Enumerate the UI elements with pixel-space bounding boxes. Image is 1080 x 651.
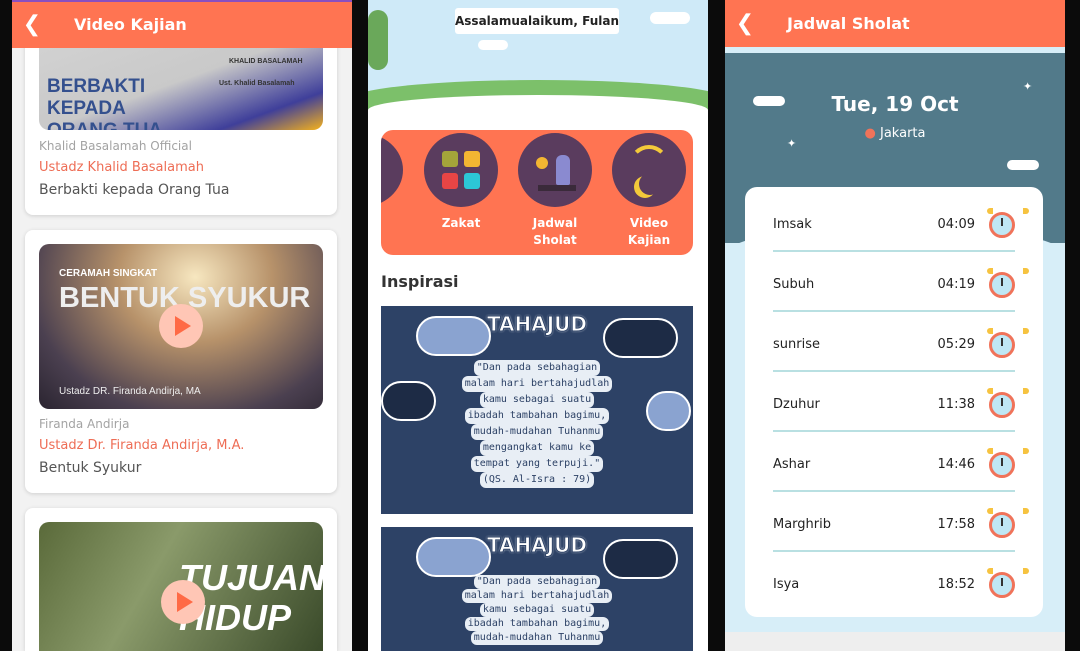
prayer-time: 17:58	[937, 517, 975, 532]
menu-item-zakat[interactable]: Zakat	[423, 133, 499, 232]
alarm-clock-icon[interactable]	[987, 268, 1029, 298]
back-arrow-icon[interactable]: ❮	[725, 11, 765, 36]
prayer-name: Dzuhur	[773, 397, 820, 412]
feature-menu: Zakat Jadwal Sholat Video Kajian	[381, 130, 693, 255]
channel-name: Khalid Basalamah Official	[39, 139, 192, 153]
app-bar: ❮ Jadwal Sholat	[725, 0, 1065, 47]
quote-line: kamu sebagai suatu	[479, 392, 595, 408]
prayer-time-row: Subuh 04:19	[773, 252, 1029, 312]
location-pin-icon: ●	[864, 126, 876, 141]
prayer-time-row: Isya 18:52	[773, 552, 1029, 612]
prayer-icon	[518, 133, 592, 207]
inspirasi-card[interactable]: TAHAJUD "Dan pada sebahagian malam hari b…	[381, 527, 693, 651]
home-screen: Assalamualaikum, Fulan Zakat Jadwal Shol…	[368, 0, 708, 651]
video-title[interactable]: Bentuk Syukur	[39, 460, 141, 476]
app-bar: ❮ Video Kajian	[12, 0, 352, 48]
video-thumbnail[interactable]: TUJUAN HIDUP	[39, 522, 323, 651]
quote-line: "Dan pada sebahagian	[473, 360, 601, 376]
prayer-time-row: Marghrib 17:58	[773, 492, 1029, 552]
jadwal-sholat-screen: ❮ Jadwal Sholat ✦ ✦ Tue, 19 Oct ● Jakart…	[725, 0, 1065, 651]
prayer-name: Ashar	[773, 457, 811, 472]
prayer-name: Subuh	[773, 277, 815, 292]
alarm-clock-icon[interactable]	[987, 568, 1029, 598]
play-icon[interactable]	[161, 580, 205, 624]
page-title: Video Kajian	[74, 14, 187, 34]
quote-line: mengangkat kamu ke	[479, 440, 595, 456]
ustadz-name[interactable]: Ustadz Khalid Basalamah	[39, 160, 204, 175]
broadcast-moon-icon	[612, 133, 686, 207]
video-card[interactable]: TUJUAN HIDUP	[25, 508, 337, 651]
channel-name: Firanda Andirja	[39, 417, 130, 431]
alarm-clock-icon[interactable]	[987, 448, 1029, 478]
prayer-times-card: Imsak 04:09 Subuh 04:19 sunrise 05:29 Dzuhur 11…	[745, 187, 1043, 617]
prayer-time: 18:52	[937, 577, 975, 592]
alarm-clock-icon[interactable]	[987, 388, 1029, 418]
quote-text: "Dan pada sebahagian malam hari bertahaju…	[451, 360, 623, 488]
calculator-icon	[424, 133, 498, 207]
prayer-time-row: sunrise 05:29	[773, 312, 1029, 372]
menu-item-jadwal-sholat[interactable]: Jadwal Sholat	[517, 133, 593, 249]
video-thumbnail[interactable]: CERAMAH SINGKAT BENTUK SYUKUR Ustadz DR.…	[39, 244, 323, 409]
quote-text: "Dan pada sebahagian malam hari bertahaju…	[451, 575, 623, 645]
prayer-time-row: Dzuhur 11:38	[773, 372, 1029, 432]
quote-line: ibadah tambahan bagimu,	[464, 617, 610, 631]
prayer-time: 05:29	[937, 337, 975, 352]
video-kajian-screen: ❮ Video Kajian BERBAKTI KEPADA ORANG TUA…	[12, 0, 352, 651]
back-arrow-icon[interactable]: ❮	[12, 12, 52, 37]
prayer-time: 04:09	[937, 217, 975, 232]
quote-line: tempat yang terpuji."	[470, 456, 604, 472]
prayer-time: 11:38	[937, 397, 975, 412]
prayer-name: Marghrib	[773, 517, 831, 532]
quote-line: "Dan pada sebahagian	[473, 575, 601, 589]
ustadz-name[interactable]: Ustadz Dr. Firanda Andirja, M.A.	[39, 438, 244, 453]
quote-line: kamu sebagai suatu	[479, 603, 595, 617]
video-title[interactable]: Berbakti kepada Orang Tua	[39, 182, 229, 198]
quote-line: malam hari bertahajudlah	[461, 589, 613, 603]
location[interactable]: ● Jakarta	[725, 126, 1065, 141]
prayer-name: Isya	[773, 577, 800, 592]
date: Tue, 19 Oct	[831, 92, 959, 116]
alarm-clock-icon[interactable]	[987, 208, 1029, 238]
prayer-time: 14:46	[937, 457, 975, 472]
prayer-time: 04:19	[937, 277, 975, 292]
prayer-name: Imsak	[773, 217, 812, 232]
video-card[interactable]: CERAMAH SINGKAT BENTUK SYUKUR Ustadz DR.…	[25, 230, 337, 493]
inspirasi-card[interactable]: TAHAJUD "Dan pada sebahagian malam hari b…	[381, 306, 693, 514]
prayer-time-row: Imsak 04:09	[773, 192, 1029, 252]
menu-item-video-kajian[interactable]: Video Kajian	[611, 133, 687, 249]
alarm-clock-icon[interactable]	[987, 328, 1029, 358]
quote-line: mudah-mudahan Tuhanmu	[470, 424, 604, 440]
alarm-clock-icon[interactable]	[987, 508, 1029, 538]
greeting: Assalamualaikum, Fulan	[455, 8, 619, 34]
page-title: Jadwal Sholat	[787, 14, 910, 33]
prayer-time-row: Ashar 14:46	[773, 432, 1029, 492]
quote-line: ibadah tambahan bagimu,	[464, 408, 610, 424]
quote-line: mudah-mudahan Tuhanmu	[470, 631, 604, 645]
quote-line: malam hari bertahajudlah	[461, 376, 613, 392]
section-title: Inspirasi	[381, 272, 459, 291]
prayer-name: sunrise	[773, 337, 820, 352]
quote-line: (QS. Al-Isra : 79)	[479, 472, 595, 488]
play-icon[interactable]	[159, 304, 203, 348]
